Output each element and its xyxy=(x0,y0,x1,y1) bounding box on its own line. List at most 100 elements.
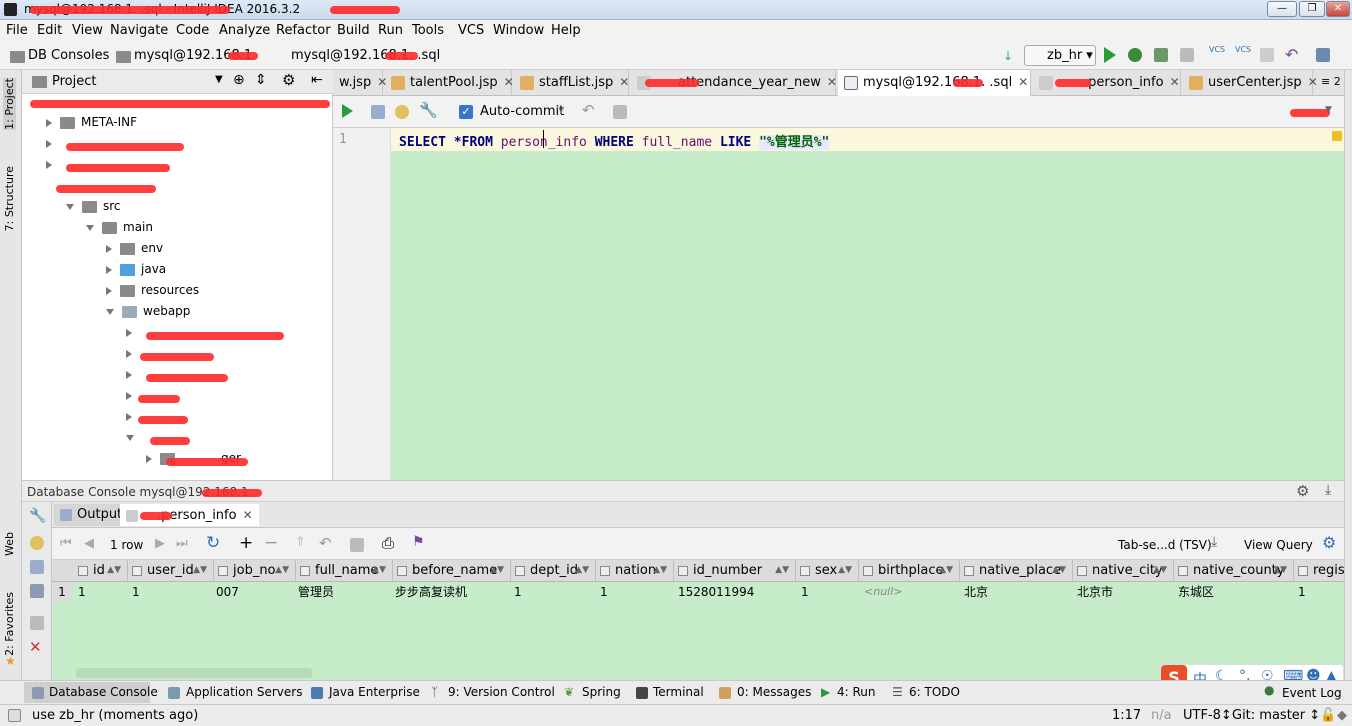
sort-icon[interactable]: ▲▼ xyxy=(1153,560,1167,581)
cell-job-no[interactable]: 007 xyxy=(216,582,239,602)
cell-nation[interactable]: 1 xyxy=(600,582,608,602)
expand-icon[interactable] xyxy=(106,286,112,295)
column-header-full-name[interactable]: full_name ▲▼ xyxy=(296,560,393,582)
column-header-native-place[interactable]: native_place ▲▼ xyxy=(960,560,1073,582)
tool-tab-spring[interactable]: Spring xyxy=(582,685,621,699)
parameters-icon[interactable] xyxy=(30,536,44,550)
tool-tab-structure[interactable]: 7: Structure xyxy=(3,166,16,231)
tool-tab-version-control[interactable]: 9: Version Control xyxy=(448,685,555,699)
tree-item-src[interactable]: src xyxy=(66,199,121,220)
delete-row-icon[interactable]: − xyxy=(264,533,278,553)
add-row-icon[interactable]: + xyxy=(239,533,253,553)
compare-icon[interactable] xyxy=(1260,48,1274,62)
column-header-id[interactable]: id ▲▼ xyxy=(74,560,128,582)
cell-id[interactable]: 1 xyxy=(78,582,86,602)
revert-icon[interactable]: ↶ xyxy=(319,534,332,552)
tab-console-sql[interactable]: mysql@192.168.1. .sql ✕ xyxy=(838,70,1031,96)
auto-commit-checkbox[interactable]: ✓ xyxy=(459,105,473,119)
tool-tab-run[interactable]: 4: Run xyxy=(837,685,876,699)
menu-tools[interactable]: Tools xyxy=(412,23,444,38)
toggle-tool-windows-icon[interactable] xyxy=(8,709,21,722)
tree-item-redacted[interactable] xyxy=(126,325,140,346)
expand-icon[interactable] xyxy=(126,349,132,358)
column-header-regis[interactable]: regis xyxy=(1294,560,1345,582)
column-header-sex[interactable]: sex ▲▼ xyxy=(796,560,859,582)
tree-item-redacted[interactable] xyxy=(46,136,60,157)
cell-user-id[interactable]: 1 xyxy=(132,582,140,602)
menu-build[interactable]: Build xyxy=(337,23,370,38)
gear-icon[interactable]: ⚙ xyxy=(1322,533,1336,552)
sort-icon[interactable]: ▲▼ xyxy=(1052,560,1066,581)
project-structure-icon[interactable] xyxy=(1316,48,1330,62)
tab-output[interactable]: Output xyxy=(54,504,129,526)
cell-dept-id[interactable]: 1 xyxy=(514,582,522,602)
tab-w-jsp[interactable]: w.jsp ✕ xyxy=(333,70,387,96)
vcs-commit-icon[interactable]: VCS xyxy=(1235,45,1251,54)
close-icon[interactable]: ✕ xyxy=(1170,75,1180,89)
sort-icon[interactable]: ▲▼ xyxy=(107,560,121,581)
expand-icon[interactable] xyxy=(106,244,112,253)
row-count[interactable]: 1 row xyxy=(110,538,143,552)
lock-icon[interactable]: 🔓 xyxy=(1320,708,1336,723)
column-header-user-id[interactable]: user_id ▲▼ xyxy=(128,560,214,582)
first-page-icon[interactable]: ⏮ xyxy=(60,536,72,551)
sort-icon[interactable]: ▲▼ xyxy=(775,560,789,581)
expand-icon[interactable] xyxy=(126,328,132,337)
tool-tab-label[interactable]: Database Console xyxy=(49,685,158,699)
tool-tab-web[interactable]: Web xyxy=(3,532,16,556)
menu-window[interactable]: Window xyxy=(493,23,544,38)
tree-item-resources[interactable]: resources xyxy=(106,283,199,304)
sort-icon[interactable]: ▲▼ xyxy=(838,560,852,581)
stop-icon[interactable] xyxy=(1180,48,1194,62)
breadcrumb-db-consoles[interactable]: DB Consoles xyxy=(28,48,109,63)
print-icon[interactable]: ⎙ xyxy=(382,534,394,552)
tool-tab-event-log[interactable]: Event Log xyxy=(1282,686,1342,700)
expand-icon[interactable] xyxy=(46,139,52,148)
view-query-button[interactable]: View Query xyxy=(1244,538,1313,552)
tree-item-redacted[interactable] xyxy=(126,346,140,367)
prev-page-icon[interactable]: ◀ xyxy=(84,536,94,551)
column-header-dept-id[interactable]: dept_id ▲▼ xyxy=(511,560,596,582)
execute-icon[interactable] xyxy=(342,104,353,118)
next-page-icon[interactable]: ▶ xyxy=(155,536,165,551)
expand-icon[interactable] xyxy=(46,118,52,127)
cell-native-place[interactable]: 北京 xyxy=(964,582,988,602)
explain-plan-icon[interactable] xyxy=(371,105,385,119)
cell-native-county[interactable]: 东城区 xyxy=(1178,582,1214,602)
warning-marker-icon[interactable] xyxy=(1332,131,1342,141)
close-icon[interactable]: ✕ xyxy=(243,508,253,522)
expand-icon[interactable] xyxy=(146,454,152,463)
collapse-arrow-icon[interactable] xyxy=(126,434,134,441)
vcs-update-icon[interactable]: VCS xyxy=(1209,45,1225,54)
column-header-id-number[interactable]: id_number ▲▼ xyxy=(674,560,796,582)
expand-icon[interactable] xyxy=(106,265,112,274)
menu-view[interactable]: View xyxy=(72,23,103,38)
sort-icon[interactable]: ▲▼ xyxy=(939,560,953,581)
gear-icon[interactable]: ⚙ xyxy=(1296,482,1309,500)
cell-id-number[interactable]: 1528011994 xyxy=(678,582,754,602)
project-view-dropdown-icon[interactable]: ▼ xyxy=(215,74,223,85)
wrench-icon[interactable]: 🔧 xyxy=(419,101,438,119)
tree-item-redacted[interactable] xyxy=(126,430,142,451)
expand-icon[interactable] xyxy=(126,412,132,421)
file-encoding[interactable]: UTF-8↕ xyxy=(1183,708,1232,723)
cell-birthplace[interactable]: <null> xyxy=(864,582,903,602)
caret-position[interactable]: 1:17 xyxy=(1112,708,1141,723)
parameters-icon[interactable] xyxy=(395,105,409,119)
hide-panel-icon[interactable]: ⤓ xyxy=(1325,482,1331,498)
cell-native-city[interactable]: 北京市 xyxy=(1077,582,1113,602)
wrench-icon[interactable]: 🔧 xyxy=(29,508,46,524)
expand-icon[interactable] xyxy=(46,160,52,169)
tool-tab-project[interactable]: 1: Project xyxy=(3,78,16,130)
sort-icon[interactable]: ▲▼ xyxy=(1273,560,1287,581)
cell-before-name[interactable]: 步步高复读机 xyxy=(395,582,467,602)
export-icon[interactable]: ⤓ xyxy=(1211,534,1217,550)
menu-run[interactable]: Run xyxy=(378,23,403,38)
hide-icon[interactable]: ⇤ xyxy=(311,72,323,88)
menu-refactor[interactable]: Refactor xyxy=(276,23,331,38)
coverage-icon[interactable] xyxy=(1154,48,1168,62)
column-header-job-no[interactable]: job_no ▲▼ xyxy=(214,560,296,582)
refresh-icon[interactable]: ↻ xyxy=(206,533,220,553)
pin-icon[interactable]: ⚑ xyxy=(412,534,425,550)
menu-navigate[interactable]: Navigate xyxy=(110,23,168,38)
